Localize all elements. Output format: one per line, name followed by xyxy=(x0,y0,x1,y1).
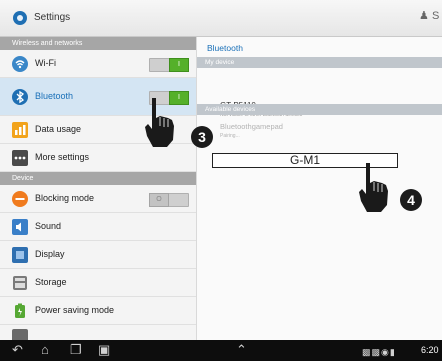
back-icon[interactable]: ↶ xyxy=(12,342,23,358)
sidebar-item-partial[interactable] xyxy=(0,325,196,340)
sidebar-item-power-saving[interactable]: Power saving mode xyxy=(0,297,196,325)
sidebar-item-label: Bluetooth xyxy=(35,91,74,101)
device-name: Bluetoothgamepad xyxy=(220,122,283,131)
action-bar: Settings ♟ S xyxy=(0,0,442,37)
panel-title: Bluetooth xyxy=(207,43,243,53)
sidebar-item-blocking-mode[interactable]: Blocking mode O xyxy=(0,185,196,213)
more-settings-icon xyxy=(12,150,28,166)
home-icon[interactable]: ⌂ xyxy=(41,342,49,358)
blocking-mode-toggle[interactable]: O xyxy=(149,193,189,207)
sidebar-item-label: Display xyxy=(35,249,65,259)
sidebar-item-label: Data usage xyxy=(35,124,82,134)
wifi-icon xyxy=(12,56,28,72)
section-header-device: Device xyxy=(0,172,196,185)
status-icons: ▩▩◉▮ xyxy=(362,347,396,357)
sidebar-item-display[interactable]: Display xyxy=(0,241,196,269)
next-item-icon xyxy=(12,329,28,340)
section-header-wireless: Wireless and networks xyxy=(0,37,196,50)
blocking-mode-icon xyxy=(12,191,28,207)
available-devices-header: Available devices xyxy=(197,104,442,115)
settings-sidebar: Wireless and networks Wi-Fi I Bluetooth … xyxy=(0,37,197,340)
sidebar-item-wifi[interactable]: Wi-Fi I xyxy=(0,50,196,78)
status-clock: 6:20 xyxy=(421,345,439,355)
sidebar-item-label: Power saving mode xyxy=(35,305,115,315)
sidebar-item-label: Blocking mode xyxy=(35,193,95,203)
sidebar-item-label: More settings xyxy=(35,152,90,162)
pointing-hand-icon xyxy=(145,98,174,147)
sidebar-item-label: Sound xyxy=(35,221,62,231)
bluetooth-icon xyxy=(12,89,28,105)
wifi-toggle[interactable]: I xyxy=(149,58,189,72)
step-four-badge: 4 xyxy=(400,189,422,211)
sound-icon xyxy=(12,219,28,235)
app-title: Settings xyxy=(34,12,71,23)
power-saving-icon xyxy=(15,303,25,318)
screenshot-icon[interactable]: ▣ xyxy=(98,342,110,358)
my-device-header: My device xyxy=(197,57,442,68)
pointing-hand-icon xyxy=(359,163,388,212)
storage-icon xyxy=(13,276,27,290)
action-bar-overflow[interactable]: ♟ S xyxy=(419,9,439,22)
sidebar-item-more-settings[interactable]: More settings xyxy=(0,144,196,172)
settings-icon[interactable] xyxy=(12,10,28,26)
sidebar-item-sound[interactable]: Sound xyxy=(0,213,196,241)
contacts-icon: ♟ xyxy=(419,10,429,22)
available-device-row[interactable]: Bluetoothgamepad Pairing... xyxy=(197,117,442,143)
navigation-bar: ↶ ⌂ ❐ ▣ ⌃ ▩▩◉▮ 6:20 xyxy=(0,340,442,361)
device-pairing-status: Pairing... xyxy=(220,133,240,139)
sidebar-item-storage[interactable]: Storage xyxy=(0,269,196,297)
sidebar-item-label: Storage xyxy=(35,277,67,287)
display-icon xyxy=(12,247,28,263)
data-usage-icon xyxy=(12,122,28,138)
sidebar-item-label: Wi-Fi xyxy=(35,58,56,68)
chevron-up-icon[interactable]: ⌃ xyxy=(236,342,247,358)
recent-apps-icon[interactable]: ❐ xyxy=(70,342,82,358)
step-three-badge: 3 xyxy=(191,126,213,148)
bluetooth-panel: Bluetooth My device GT-P5110 Not visible… xyxy=(197,37,442,340)
my-device-row[interactable]: GT-P5110 Not visible to other Bluetooth … xyxy=(197,68,442,118)
